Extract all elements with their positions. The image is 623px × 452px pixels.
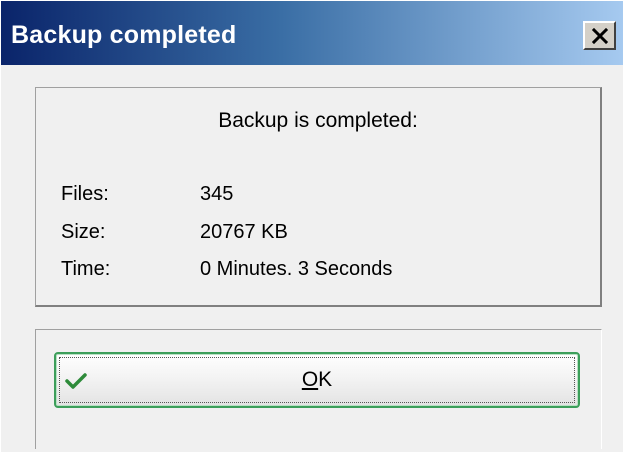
close-button[interactable] [583,21,616,50]
files-value: 345 [200,183,234,205]
ok-mnemonic: O [301,368,319,391]
time-label: Time: [61,258,111,280]
window-title: Backup completed [11,21,237,49]
time-value: 0 Minutes. 3 Seconds [200,258,393,280]
title-bar[interactable]: Backup completed [1,1,623,65]
ok-label-rest: K [318,368,333,391]
backup-completed-dialog: Backup completed Backup is completed: Fi… [0,0,623,452]
ok-button[interactable]: OK [54,352,580,408]
size-label: Size: [61,221,106,243]
close-icon [591,27,608,44]
summary-panel: Backup is completed: Files: 345 Size: 20… [35,87,602,307]
checkmark-icon [65,373,87,389]
size-value: 20767 KB [200,221,288,243]
ok-button-label: OK [56,368,578,392]
files-label: Files: [61,183,109,205]
completion-heading: Backup is completed: [218,109,418,132]
